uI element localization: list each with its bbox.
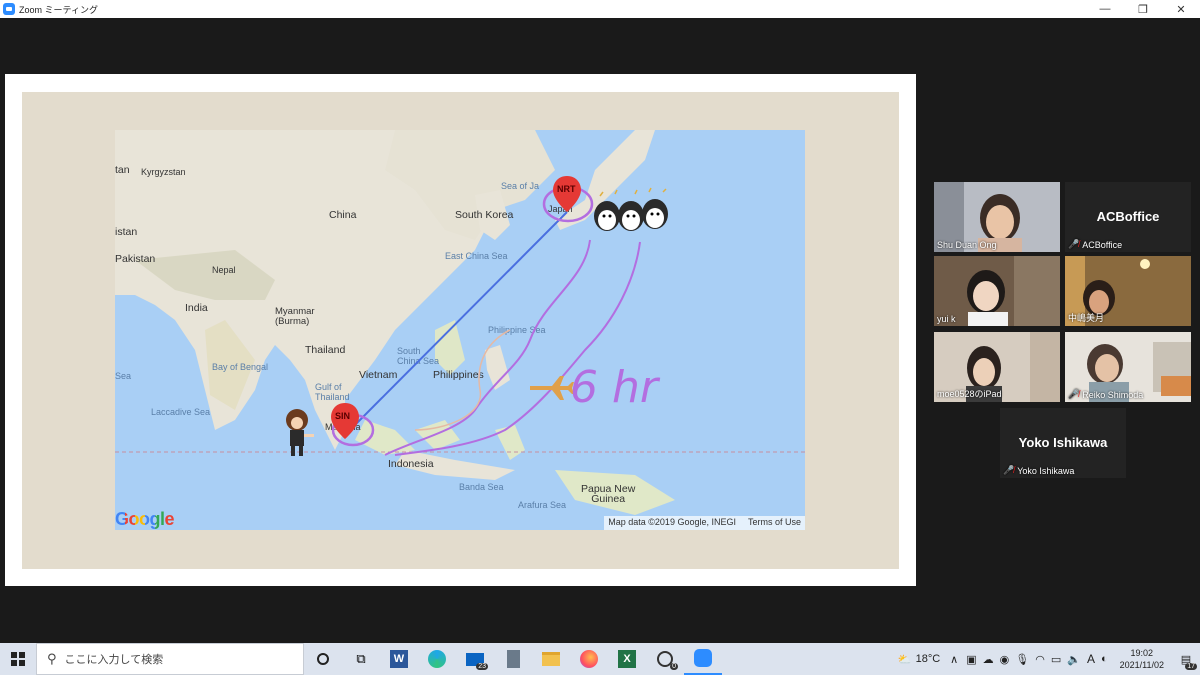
wifi-icon[interactable]: ◠: [1035, 653, 1045, 666]
microphone-icon[interactable]: 🎙: [1015, 653, 1029, 666]
battery-icon[interactable]: ▭: [1051, 653, 1061, 666]
taskbar-clock[interactable]: 19:02 2021/11/02: [1120, 647, 1164, 671]
map-overlay: NRT SIN 6 hr: [286, 176, 668, 456]
shared-screen: tan Kyrgyzstan istan Pakistan Nepal Indi…: [5, 74, 916, 586]
minimize-button[interactable]: —: [1086, 0, 1124, 18]
annotation-stroke-1: [384, 239, 591, 456]
participant-tile[interactable]: Yoko Ishikawa 🎤̸ Yoko Ishikawa: [1000, 408, 1126, 478]
pin-sin-label: SIN: [335, 411, 350, 421]
onedrive-icon[interactable]: ☁: [983, 653, 994, 666]
clock-time: 19:02: [1130, 648, 1154, 658]
start-button[interactable]: [0, 643, 36, 675]
participant-name: 🎤̸ Reiko Shimoda: [1068, 389, 1144, 400]
firefox-app[interactable]: [570, 643, 608, 675]
ime-mode-icon[interactable]: ◐: [1101, 653, 1108, 665]
participant-tile[interactable]: Shu Duan Ong: [934, 182, 1060, 252]
clock-date: 2021/11/02: [1119, 660, 1164, 670]
muted-mic-icon: 🎤̸: [1068, 239, 1080, 249]
volume-icon[interactable]: 🔈: [1067, 653, 1081, 666]
participant-name: yui k: [937, 314, 956, 324]
taskbar-search[interactable]: ⚲ ここに入力して検索: [36, 643, 304, 675]
weather-icon[interactable]: ⛅: [898, 653, 912, 666]
terms-of-use-link[interactable]: Terms of Use: [748, 517, 801, 529]
task-view-button[interactable]: ⧉: [342, 643, 380, 675]
pin-nrt: NRT: [553, 176, 581, 212]
excel-app[interactable]: X: [608, 643, 646, 675]
temperature[interactable]: 18°C: [916, 653, 941, 665]
annotation-duration-text: 6 hr: [570, 362, 661, 413]
muted-mic-icon: 🎤̸: [1003, 465, 1015, 475]
clock-app[interactable]: 0: [646, 643, 684, 675]
meeting-area: tan Kyrgyzstan istan Pakistan Nepal Indi…: [0, 18, 1200, 643]
flight-route-line: [349, 211, 568, 431]
firefox-icon: [580, 650, 598, 668]
participant-name: Shu Duan Ong: [937, 240, 997, 250]
participant-tile[interactable]: ACBoffice 🎤̸ ACBoffice: [1065, 182, 1191, 252]
participant-name: 🎤̸ ACBoffice: [1068, 239, 1123, 250]
task-view-icon: ⧉: [356, 651, 366, 666]
participant-tile-active-speaker[interactable]: yui k: [934, 256, 1060, 326]
annotation-faint-curve: [414, 329, 511, 431]
search-placeholder: ここに入力して検索: [64, 654, 164, 666]
google-logo: Google: [115, 509, 175, 529]
ime-indicator[interactable]: A: [1087, 652, 1095, 666]
presentation-slide: tan Kyrgyzstan istan Pakistan Nepal Indi…: [22, 92, 899, 569]
clock-badge: 0: [670, 663, 678, 670]
participant-name: 🎤̸ Yoko Ishikawa: [1003, 465, 1075, 476]
muted-mic-icon: 🎤̸: [1068, 389, 1080, 399]
title-bar: Zoom ミーティング — ❐ ✕: [0, 0, 1200, 18]
maximize-button[interactable]: ❐: [1124, 0, 1162, 18]
edge-icon: [428, 650, 446, 668]
participant-tile[interactable]: 中嶋美月: [1065, 256, 1191, 326]
tray-app-icon[interactable]: ▣: [966, 653, 976, 666]
notification-center[interactable]: ▤ 17: [1172, 643, 1200, 675]
word-app[interactable]: W: [380, 643, 418, 675]
excel-icon: X: [618, 650, 636, 668]
folder-icon: [542, 652, 560, 666]
meet-now-icon[interactable]: ◉: [1000, 653, 1010, 666]
calculator-icon: [506, 650, 520, 668]
close-button[interactable]: ✕: [1162, 0, 1200, 18]
pin-sin: SIN: [331, 403, 359, 439]
calculator-app[interactable]: [494, 643, 532, 675]
word-icon: W: [390, 650, 408, 668]
map-attribution: Map data ©2019 Google, INEGI Terms of Us…: [604, 516, 805, 530]
participant-name: moe0528のiPad: [937, 389, 1002, 399]
airplane-icon: [530, 376, 574, 400]
participant-name: 中嶋美月: [1068, 313, 1105, 323]
map-data-credit: Map data ©2019 Google, INEGI: [608, 517, 736, 527]
edge-app[interactable]: [418, 643, 456, 675]
chevron-up-icon[interactable]: ∧: [950, 653, 958, 666]
mail-app[interactable]: 23: [456, 643, 494, 675]
zoom-app[interactable]: [684, 643, 722, 675]
notification-count: 17: [1185, 663, 1197, 670]
google-map: tan Kyrgyzstan istan Pakistan Nepal Indi…: [115, 130, 805, 530]
penguins-sticker: [594, 187, 668, 231]
mail-badge: 23: [476, 663, 488, 670]
participant-display-name: Yoko Ishikawa: [1018, 435, 1108, 450]
file-explorer-app[interactable]: [532, 643, 570, 675]
windows-logo-icon: [11, 652, 25, 666]
zoom-icon: [694, 649, 712, 667]
cortana-icon: [317, 653, 329, 665]
window-title: Zoom ミーティング: [19, 4, 98, 15]
pin-nrt-label: NRT: [557, 184, 576, 194]
windows-taskbar: ⚲ ここに入力して検索 ⧉ W 23 X 0 ⛅ 18°C ∧ ▣ ☁ ◉ 🎙 …: [0, 643, 1200, 675]
cortana-button[interactable]: [304, 643, 342, 675]
system-tray: ⛅ 18°C ∧ ▣ ☁ ◉ 🎙 ◠ ▭ 🔈 A ◐ 19:02 2021/11…: [898, 643, 1200, 675]
participant-display-name: ACBoffice: [1096, 209, 1160, 224]
search-icon: ⚲: [47, 651, 57, 666]
girl-sticker: [286, 409, 314, 456]
zoom-app-icon: [3, 3, 15, 15]
participant-tile[interactable]: moe0528のiPad: [934, 332, 1060, 402]
participant-tile[interactable]: 🎤̸ Reiko Shimoda: [1065, 332, 1191, 402]
